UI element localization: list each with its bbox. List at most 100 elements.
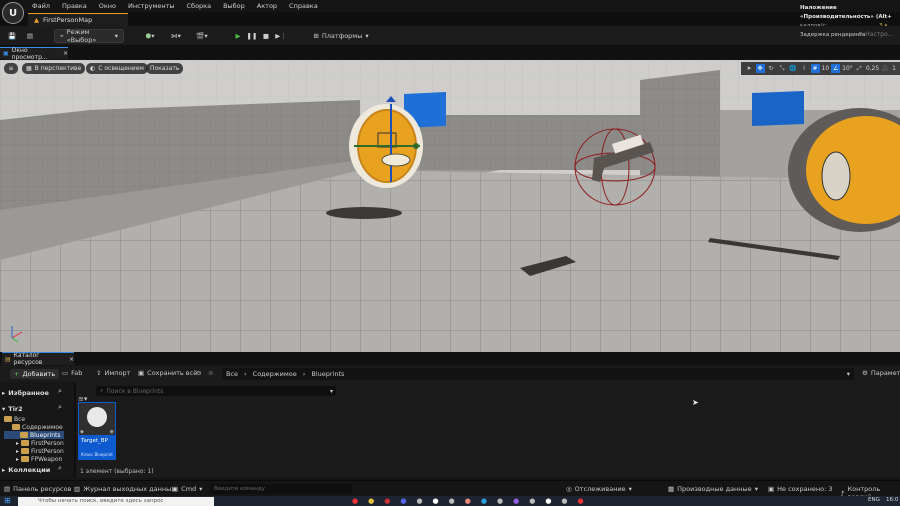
breadcrumb-all[interactable]: Все xyxy=(226,370,238,378)
import-button[interactable]: ⇪ Импорт xyxy=(96,369,130,377)
search-icon[interactable]: ⌕ xyxy=(58,403,62,412)
content-browser-tab[interactable]: ▤ Каталог ресурсов × xyxy=(2,352,74,366)
taskbar-app-icon[interactable]: ● xyxy=(513,497,519,505)
history-forward-icon[interactable]: ⊕ xyxy=(208,369,213,377)
add-actor-icon[interactable]: ⬢ ▾ xyxy=(142,29,158,43)
viewport-menu-icon[interactable]: ≡ xyxy=(4,63,18,74)
add-button[interactable]: + Добавить xyxy=(10,369,60,379)
tree-item-firstperson-2[interactable]: ▸ FirstPerson xyxy=(16,447,64,455)
menu-build[interactable]: Сборка xyxy=(187,2,212,10)
content-icon[interactable]: ▤ xyxy=(24,29,36,43)
play-icon[interactable]: ▶ xyxy=(232,29,244,43)
content-drawer-button[interactable]: ▤ Панель ресурсов xyxy=(4,485,71,493)
menu-help[interactable]: Справка xyxy=(289,2,318,10)
menu-select[interactable]: Выбор xyxy=(223,2,245,10)
taskbar-app-icon[interactable]: ● xyxy=(481,497,487,505)
save-icon[interactable]: 💾 xyxy=(6,29,18,43)
menu-edit[interactable]: Правка xyxy=(62,2,87,10)
search-icon[interactable]: ⌕ xyxy=(58,464,62,473)
taskbar-app-icon[interactable]: ● xyxy=(449,497,455,505)
history-back-icon[interactable]: ⊖ xyxy=(196,369,201,377)
taskbar-app-icon[interactable]: ● xyxy=(561,497,567,505)
breadcrumb-blueprints[interactable]: Blueprints xyxy=(311,370,344,378)
grid-snap-value[interactable]: 10 xyxy=(822,65,830,72)
rotation-snap-icon[interactable]: ∠ xyxy=(831,64,841,73)
menu-file[interactable]: Файл xyxy=(32,2,50,10)
taskbar-app-icon[interactable]: ● xyxy=(545,497,551,505)
rotate-icon[interactable]: ↻ xyxy=(767,64,776,73)
document-tab[interactable]: ▲ FirstPersonMap xyxy=(28,13,128,26)
chevron-right-icon: ▸ xyxy=(16,455,20,463)
selection-mode-dropdown[interactable]: ⌖ Режим «Выбор» ▾ xyxy=(54,28,124,44)
taskbar-app-icon[interactable]: ● xyxy=(433,497,439,505)
scale-snap-icon[interactable]: ⤢ xyxy=(855,64,864,73)
output-log-button[interactable]: ▥ Журнал выходных данных xyxy=(74,485,175,493)
taskbar-app-icon[interactable]: ● xyxy=(497,497,503,505)
derived-data-dropdown[interactable]: ▦ Производные данные ▾ xyxy=(668,485,758,493)
taskbar-clock[interactable]: 16:0 xyxy=(886,497,898,503)
perspective-dropdown[interactable]: ▦ В перспективе xyxy=(22,63,86,74)
menu-actor[interactable]: Актор xyxy=(257,2,277,10)
asset-tile-target-bp[interactable]: ◆ ◉ Target_BP Класс Blueprint xyxy=(78,402,116,460)
settings-button[interactable]: ⚙ Парамет xyxy=(862,369,900,377)
project-section[interactable]: ▾ Tir2 xyxy=(2,403,23,414)
camera-speed-value[interactable]: 1 xyxy=(892,65,896,72)
taskbar-app-icon[interactable]: ● xyxy=(529,497,535,505)
taskbar-app-icon[interactable]: ● xyxy=(578,497,584,505)
view-mode-dropdown[interactable]: ◐ С освещением xyxy=(86,63,148,74)
surface-snap-icon[interactable]: ⌇ xyxy=(800,64,809,73)
tree-item-fpweapon[interactable]: ▸ FPWeapon xyxy=(16,455,62,463)
close-icon[interactable]: × xyxy=(69,356,74,363)
save-all-button[interactable]: ▣ Сохранить всё xyxy=(138,369,197,377)
asset-search-input[interactable]: ⌕ Поиск в Blueprints ▾ xyxy=(96,386,336,396)
breadcrumb-separator-icon: › xyxy=(302,370,306,378)
pause-icon[interactable]: ❚❚ xyxy=(246,29,258,43)
chevron-down-icon[interactable]: ▾ xyxy=(847,370,850,378)
stop-icon[interactable]: ■ xyxy=(260,29,272,43)
close-icon[interactable]: × xyxy=(63,50,68,57)
log-icon: ▥ xyxy=(74,485,81,493)
grid-snap-icon[interactable]: # xyxy=(810,64,820,73)
taskbar-app-icon[interactable]: ● xyxy=(352,497,358,505)
menu-tools[interactable]: Инструменты xyxy=(128,2,175,10)
cmd-dropdown[interactable]: ▣ Cmd ▾ xyxy=(172,485,202,493)
level-viewport[interactable]: ≡ ▦ В перспективе ◐ С освещением Показат… xyxy=(0,60,900,352)
taskbar-search-input[interactable]: Чтобы начать поиск, введите здесь запрос xyxy=(18,497,214,506)
translate-icon[interactable]: ✥ xyxy=(755,64,765,73)
taskbar-app-icon[interactable]: ● xyxy=(368,497,374,505)
menu-window[interactable]: Окно xyxy=(99,2,116,10)
select-cursor-icon[interactable]: ➤ xyxy=(745,64,754,73)
keyboard-language[interactable]: ENG xyxy=(868,497,880,503)
taskbar-app-icon[interactable]: ● xyxy=(416,497,422,505)
cinematics-icon[interactable]: 🎬▾ xyxy=(194,29,210,43)
search-icon[interactable]: ⌕ xyxy=(58,387,62,396)
camera-speed-icon[interactable]: 🎥 xyxy=(881,64,890,73)
rotation-snap-value[interactable]: 10° xyxy=(842,65,853,72)
platforms-dropdown[interactable]: ⊞ Платформы ▾ xyxy=(312,29,370,43)
viewport-tab[interactable]: ▣ Окно просмотр... × xyxy=(0,47,68,61)
panel-splitter[interactable] xyxy=(74,382,76,478)
command-input[interactable]: Введите команду xyxy=(210,484,352,494)
tree-item-all[interactable]: Все xyxy=(4,415,25,423)
windows-start-icon[interactable]: ⊞ xyxy=(4,496,11,505)
collections-section[interactable]: ▸ Коллекции xyxy=(2,464,50,475)
settings-button[interactable]: ⚙ Настро... xyxy=(858,31,893,38)
taskbar-app-icon[interactable]: ● xyxy=(384,497,390,505)
tree-item-firstperson[interactable]: ▸ FirstPerson xyxy=(16,439,64,447)
taskbar-app-icon[interactable]: ● xyxy=(400,497,406,505)
blueprint-icon[interactable]: ⋈▾ xyxy=(168,29,184,43)
scale-snap-value[interactable]: 0,25 xyxy=(866,65,879,72)
play-options-icon[interactable]: ▶⋮ xyxy=(274,29,288,43)
trace-dropdown[interactable]: ◎ Отслеживание ▾ xyxy=(566,485,632,493)
breadcrumb-content[interactable]: Содержимое xyxy=(253,370,297,378)
tree-item-blueprints[interactable]: Blueprints xyxy=(4,431,64,439)
unsaved-button[interactable]: ▣ Не сохранено: 3 xyxy=(768,485,832,493)
favorites-section[interactable]: ▸ Избранное xyxy=(2,387,49,398)
tree-item-content[interactable]: Содержимое xyxy=(12,423,63,431)
fab-button[interactable]: ▭ Fab xyxy=(62,369,82,377)
taskbar-app-icon[interactable]: ● xyxy=(465,497,471,505)
world-space-icon[interactable]: 🌐 xyxy=(789,64,798,73)
unreal-logo-icon[interactable]: U xyxy=(2,2,24,24)
show-dropdown[interactable]: Показать xyxy=(146,63,184,74)
scale-icon[interactable]: ⤡ xyxy=(778,64,787,73)
